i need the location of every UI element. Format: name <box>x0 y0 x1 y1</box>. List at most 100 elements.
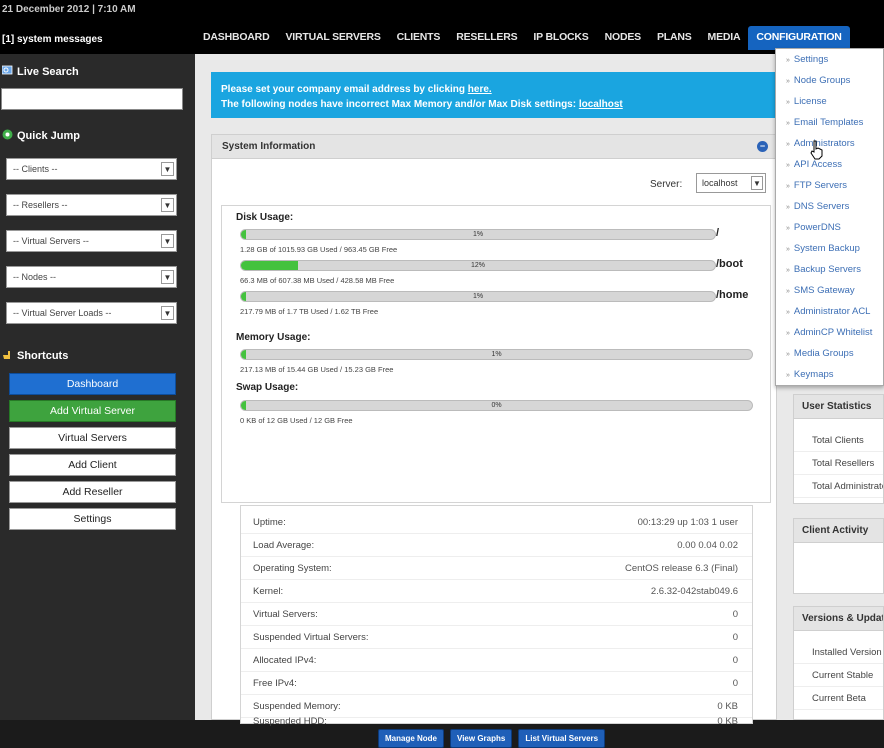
company-email-link[interactable]: here. <box>468 84 492 95</box>
bullet-icon: » <box>786 183 790 190</box>
node-action-buttons: Manage Node View Graphs List Virtual Ser… <box>378 729 606 748</box>
menu-item-email-templates[interactable]: » Email Templates <box>776 112 883 133</box>
main-nav: DASHBOARD VIRTUAL SERVERS CLIENTS RESELL… <box>195 26 850 50</box>
quick-jump-virtual-servers-select[interactable]: -- Virtual Servers -- ▼ <box>6 230 177 252</box>
menu-item-admincp-whitelist[interactable]: » AdminCP Whitelist <box>776 322 883 343</box>
swap-usage-text: 0 KB of 12 GB Used / 12 GB Free <box>240 416 353 425</box>
manage-node-button[interactable]: Manage Node <box>378 729 445 748</box>
quick-jump-resellers-select[interactable]: -- Resellers -- ▼ <box>6 194 177 216</box>
bar-percent: 0% <box>491 402 502 409</box>
stat-value: CentOS release 6.3 (Final) <box>625 563 738 574</box>
tab-configuration[interactable]: CONFIGURATION <box>748 26 850 50</box>
menu-item-powerdns[interactable]: » PowerDNS <box>776 217 883 238</box>
menu-item-backup-servers[interactable]: » Backup Servers <box>776 259 883 280</box>
disk-mount: /boot <box>716 258 743 270</box>
panel-title: Versions & Updates <box>794 607 883 631</box>
disk-usage-text: 66.3 MB of 607.38 MB Used / 428.58 MB Fr… <box>240 276 395 285</box>
tab-ip-blocks[interactable]: IP BLOCKS <box>525 26 596 50</box>
settings-button[interactable]: Settings <box>9 508 176 530</box>
menu-item-sms-gateway[interactable]: » SMS Gateway <box>776 280 883 301</box>
tab-resellers[interactable]: RESELLERS <box>448 26 525 50</box>
server-label: Server: <box>650 179 683 190</box>
stat-key: Kernel: <box>253 586 284 597</box>
stat-row: Kernel: 2.6.32-042stab049.6 <box>241 580 752 603</box>
tab-nodes[interactable]: NODES <box>597 26 649 50</box>
tab-dashboard[interactable]: DASHBOARD <box>195 26 277 50</box>
sidebar: Live Search Quick Jump -- Clients -- ▼ --… <box>0 54 195 720</box>
stat-value: 2.6.32-042stab049.6 <box>650 586 738 597</box>
quick-jump-loads-select[interactable]: -- Virtual Server Loads -- ▼ <box>6 302 177 324</box>
menu-item-keymaps[interactable]: » Keymaps <box>776 364 883 385</box>
stat-value: 00:13:29 up 1:03 1 user <box>637 517 738 528</box>
tab-media[interactable]: MEDIA <box>700 26 749 50</box>
menu-item-node-groups[interactable]: » Node Groups <box>776 70 883 91</box>
quick-jump-heading: Quick Jump <box>2 129 80 142</box>
live-search-label: Live Search <box>17 66 79 78</box>
system-information-panel: System Information − Server: localhost ▼ … <box>211 134 777 748</box>
virtual-servers-button[interactable]: Virtual Servers <box>9 427 176 449</box>
menu-label: System Backup <box>793 243 860 254</box>
stat-value: 0 <box>732 632 738 643</box>
quick-jump-label: Quick Jump <box>17 130 80 142</box>
menu-item-media-groups[interactable]: » Media Groups <box>776 343 883 364</box>
collapse-icon[interactable]: − <box>757 141 768 152</box>
add-virtual-server-button[interactable]: Add Virtual Server <box>9 400 176 422</box>
bullet-icon: » <box>786 57 790 64</box>
menu-label: Email Templates <box>793 117 864 128</box>
alert-text-1: Please set your company email address by… <box>221 84 468 95</box>
bullet-icon: » <box>786 351 790 358</box>
versions-panel: Versions & Updates Installed Version Cur… <box>793 606 884 720</box>
select-value: -- Resellers -- <box>13 200 68 210</box>
menu-item-administrator-acl[interactable]: » Administrator ACL <box>776 301 883 322</box>
bullet-icon: » <box>786 288 790 295</box>
bar-percent: 1% <box>491 351 502 358</box>
tab-plans[interactable]: PLANS <box>649 26 700 50</box>
quick-jump-clients-select[interactable]: -- Clients -- ▼ <box>6 158 177 180</box>
stat-item: Total Resellers <box>794 452 883 475</box>
menu-item-settings[interactable]: » Settings <box>776 49 883 70</box>
tab-clients[interactable]: CLIENTS <box>389 26 449 50</box>
list-virtual-servers-button[interactable]: List Virtual Servers <box>518 729 606 748</box>
shortcuts-heading: Shortcuts <box>2 349 68 362</box>
menu-label: SMS Gateway <box>793 285 855 296</box>
chevron-down-icon: ▼ <box>161 306 174 320</box>
stat-value: 0 <box>732 655 738 666</box>
bullet-icon: » <box>786 309 790 316</box>
disk-mount: /home <box>716 289 749 301</box>
stat-row: Virtual Servers: 0 <box>241 603 752 626</box>
user-statistics-panel: User Statistics Total Clients Total Rese… <box>793 394 884 504</box>
tab-virtual-servers[interactable]: VIRTUAL SERVERS <box>277 26 388 50</box>
chevron-down-icon: ▼ <box>751 176 763 190</box>
add-reseller-button[interactable]: Add Reseller <box>9 481 176 503</box>
add-client-button[interactable]: Add Client <box>9 454 176 476</box>
quick-jump-nodes-select[interactable]: -- Nodes -- ▼ <box>6 266 177 288</box>
panel-title: Client Activity <box>794 519 883 543</box>
menu-item-api-access[interactable]: » API Access <box>776 154 883 175</box>
stat-value: 0 KB <box>717 701 738 712</box>
bullet-icon: » <box>786 225 790 232</box>
menu-item-dns-servers[interactable]: » DNS Servers <box>776 196 883 217</box>
stat-row: Free IPv4: 0 <box>241 672 752 695</box>
alert-line-2: The following nodes have incorrect Max M… <box>221 97 869 112</box>
system-messages-link[interactable]: [1] system messages <box>2 34 103 45</box>
menu-item-ftp-servers[interactable]: » FTP Servers <box>776 175 883 196</box>
dashboard-button[interactable]: Dashboard <box>9 373 176 395</box>
menu-item-system-backup[interactable]: » System Backup <box>776 238 883 259</box>
panel-title: System Information <box>222 141 316 152</box>
stat-key: Uptime: <box>253 517 286 528</box>
disk-usage-text: 1.28 GB of 1015.93 GB Used / 963.45 GB F… <box>240 245 398 254</box>
server-select[interactable]: localhost ▼ <box>696 173 766 193</box>
disk-usage-label: Disk Usage: <box>236 212 294 223</box>
menu-item-license[interactable]: » License <box>776 91 883 112</box>
live-search-input[interactable] <box>1 88 183 110</box>
header-info: 21 December 2012 | 7:10 AM [1] system me… <box>0 0 195 54</box>
stat-value: 0.00 0.04 0.02 <box>677 540 738 551</box>
localhost-node-link[interactable]: localhost <box>579 99 623 110</box>
menu-label: Node Groups <box>793 75 851 86</box>
select-value: -- Virtual Server Loads -- <box>13 308 112 318</box>
view-graphs-button[interactable]: View Graphs <box>450 729 513 748</box>
chevron-down-icon: ▼ <box>161 234 174 248</box>
bullet-icon: » <box>786 246 790 253</box>
menu-item-administrators[interactable]: » Administrators <box>776 133 883 154</box>
stat-key: Suspended Virtual Servers: <box>253 632 369 643</box>
